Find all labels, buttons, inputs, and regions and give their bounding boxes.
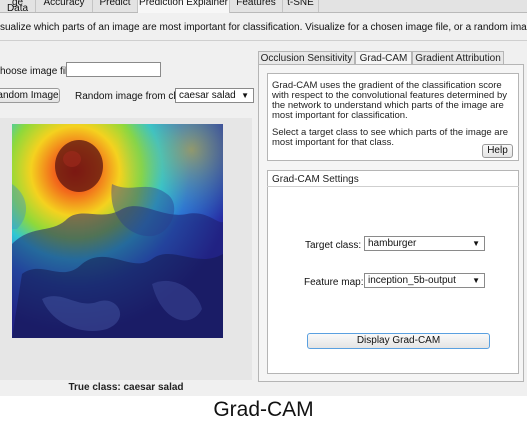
target-class-label: Target class: [305, 240, 362, 251]
settings-title: Grad-CAM Settings [272, 174, 359, 185]
help-button[interactable]: Help [482, 144, 513, 158]
app-window: ge Data Accuracy Predict Prediction Expl… [0, 0, 527, 396]
chevron-down-icon: ▼ [472, 276, 480, 285]
display-grad-cam-button[interactable]: Display Grad-CAM [307, 333, 490, 349]
chevron-down-icon: ▼ [472, 239, 480, 248]
tab-prediction-explainer[interactable]: Prediction Explainer [138, 0, 230, 13]
settings-divider [267, 186, 519, 187]
tab-occlusion-sensitivity[interactable]: Occlusion Sensitivity [258, 51, 355, 65]
tab-accuracy[interactable]: Accuracy [36, 0, 93, 12]
figure-caption: Grad-CAM [213, 398, 314, 421]
divider [0, 40, 527, 41]
feature-map-value: inception_5b-output [368, 275, 456, 286]
random-class-label: Random image from class [75, 91, 192, 102]
main-tab-bar: ge Data Accuracy Predict Prediction Expl… [0, 0, 527, 13]
gradcam-heatmap-image [12, 124, 223, 338]
tab-tsne[interactable]: t-SNE [283, 0, 319, 12]
target-class-dropdown[interactable]: hamburger ▼ [364, 236, 485, 251]
random-image-button[interactable]: andom Image [0, 88, 60, 103]
tab-features[interactable]: Features [230, 0, 283, 12]
chevron-down-icon: ▼ [241, 91, 249, 100]
random-class-dropdown[interactable]: caesar salad ▼ [175, 88, 254, 103]
feature-map-label: Feature map: [304, 277, 364, 288]
image-file-input[interactable] [66, 62, 161, 77]
true-class-label: True class: caesar salad [68, 382, 184, 393]
info-paragraph-1: Grad-CAM uses the gradient of the classi… [272, 80, 507, 121]
info-paragraph-2: Select a target class to see which parts… [272, 127, 509, 148]
tab-gradient-attribution[interactable]: Gradient Attribution [412, 51, 504, 65]
target-class-value: hamburger [368, 238, 417, 249]
random-class-value: caesar salad [179, 90, 236, 101]
feature-map-dropdown[interactable]: inception_5b-output ▼ [364, 273, 485, 288]
page-description: sualize which parts of an image are most… [0, 22, 527, 33]
tab-image-data[interactable]: ge Data [0, 0, 36, 12]
choose-file-label: hoose image file: [0, 66, 76, 77]
tab-predict[interactable]: Predict [93, 0, 138, 12]
